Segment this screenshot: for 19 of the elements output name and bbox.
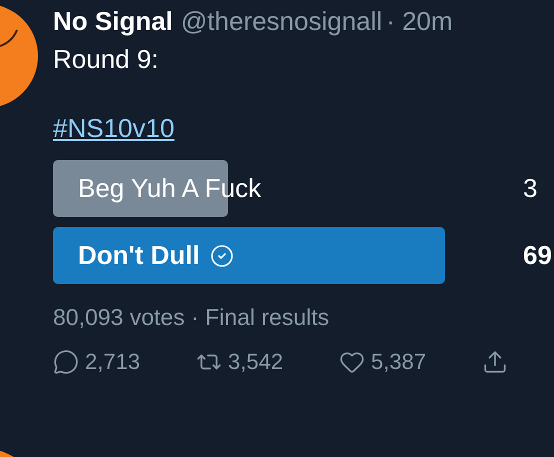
action-count: 3,542	[228, 349, 284, 375]
vote-summary: 80,093 votes · Final results	[53, 304, 330, 331]
heart-button[interactable]: 5,387	[339, 349, 482, 375]
retweet-button[interactable]: 3,542	[196, 349, 339, 375]
poll-percent: 69	[523, 240, 552, 271]
tweet-time: · 20m	[386, 6, 453, 37]
action-count: 5,387	[371, 349, 426, 375]
reply-button[interactable]: 2,713	[53, 349, 196, 375]
action-count: 2,713	[85, 349, 140, 375]
poll-option: Don't Dull	[53, 240, 234, 271]
poll-option: Beg Yuh A Fuck	[53, 173, 262, 204]
user-handle[interactable]: @theresnosignall	[180, 6, 382, 37]
hashtag-link[interactable]: #NS10v10	[53, 113, 174, 144]
check-icon	[210, 244, 234, 268]
share-button[interactable]	[482, 349, 508, 375]
poll-percent: 3	[523, 173, 538, 204]
tweet-text: Round 9:	[53, 43, 160, 75]
display-name[interactable]: No Signal	[53, 6, 173, 37]
reply-icon	[53, 349, 79, 375]
